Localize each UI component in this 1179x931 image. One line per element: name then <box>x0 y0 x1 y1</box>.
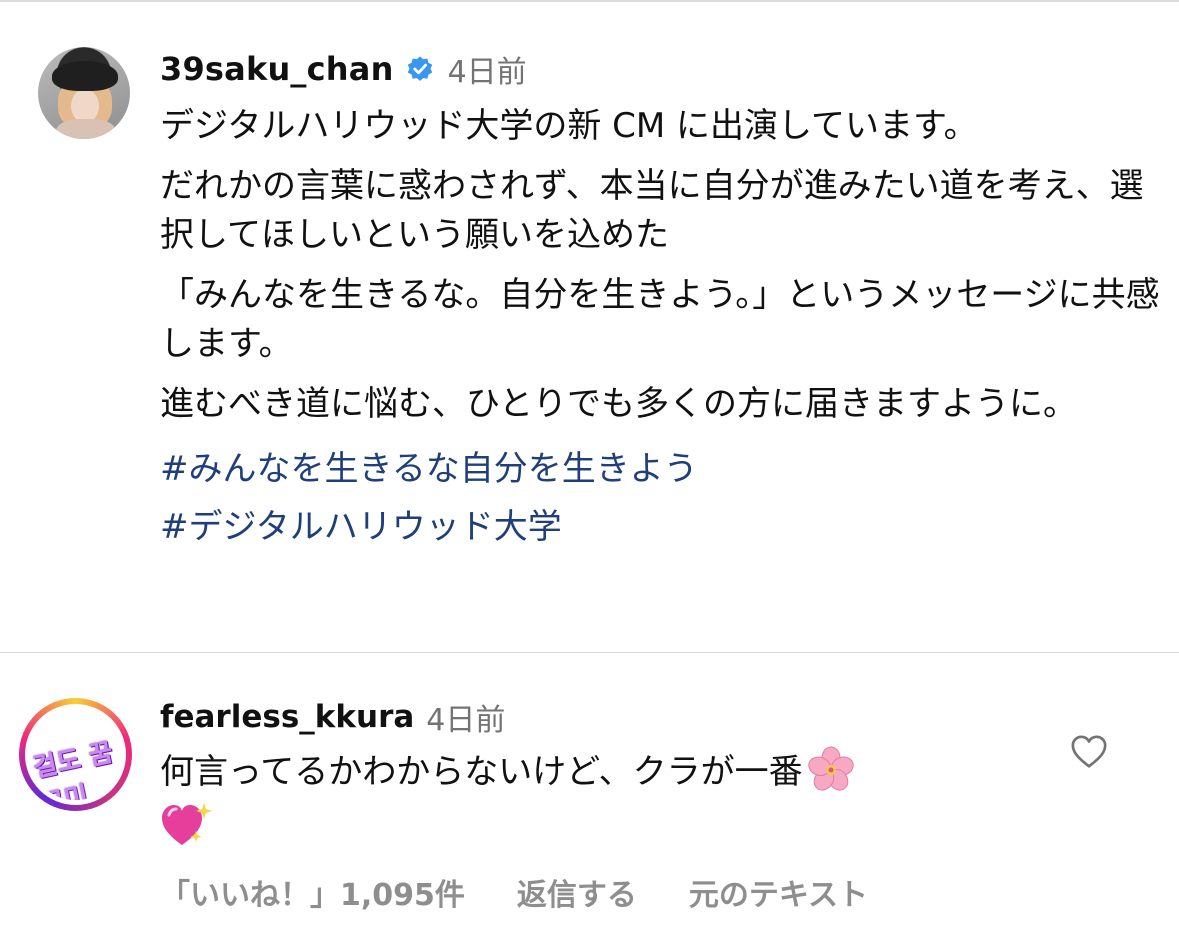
hashtag-link[interactable]: #みんなを生きるな自分を生きよう <box>160 440 1160 498</box>
original-text-button[interactable]: 元のテキスト <box>689 870 868 914</box>
comment-username[interactable]: fearless_kkura <box>160 699 414 735</box>
caption-paragraph: 進むべき道に悩む、ひとりでも多くの方に届きますように。 <box>160 384 1077 424</box>
post-author-avatar[interactable] <box>38 47 130 139</box>
section-divider <box>0 652 1179 653</box>
comment-author-avatar[interactable]: 걸도 꿈꾸미 <box>19 698 132 811</box>
comment-header: fearless_kkura 4日前 <box>160 697 506 738</box>
reply-button[interactable]: 返信する <box>517 870 637 914</box>
top-divider <box>0 0 1179 2</box>
post-header: 39saku_chan 4日前 <box>160 49 527 90</box>
avatar-body <box>56 119 116 139</box>
avatar-logo-text: 걸도 꿈꾸미 <box>30 737 116 800</box>
verified-badge-icon <box>407 56 432 81</box>
caption-paragraph: デジタルハリウッド大学の新 CM に出演しています。 <box>160 106 978 146</box>
hashtag-link[interactable]: #デジタルハリウッド大学 <box>160 498 1160 556</box>
comment-actions: 「いいね！」1,095件 返信する 元のテキスト <box>160 870 920 914</box>
cherry-blossom-emoji <box>807 746 854 791</box>
comment-body: 何言ってるかわからないけど、クラが一番 <box>160 746 1020 851</box>
post-username[interactable]: 39saku_chan <box>160 50 394 88</box>
avatar-ring-gap: 걸도 꿈꾸미 <box>25 704 126 805</box>
likes-count-button[interactable]: 「いいね！」1,095件 <box>160 870 465 914</box>
heart-outline-icon[interactable] <box>1070 733 1108 771</box>
post-caption: デジタルハリウッド大学の新 CM に出演しています。 だれかの言葉に惑わされず、… <box>160 102 1160 556</box>
post-time-ago: 4日前 <box>447 55 527 90</box>
avatar-logo-image: 걸도 꿈꾸미 <box>30 709 121 800</box>
comment-time-ago: 4日前 <box>426 703 506 738</box>
caption-paragraph: だれかの言葉に惑わされず、本当に自分が進みたい道を考え、選択してほしいという願い… <box>160 166 1144 255</box>
comment-emoji-line <box>160 798 1020 851</box>
avatar-hat <box>52 61 118 91</box>
caption-paragraph: 「みんなを生きるな。自分を生きよう。」というメッセージに共感します。 <box>160 275 1160 364</box>
avatar-face <box>71 89 99 123</box>
comment-text: 何言ってるかわからないけど、クラが一番 <box>160 752 803 792</box>
sparkling-heart-emoji <box>162 802 212 845</box>
